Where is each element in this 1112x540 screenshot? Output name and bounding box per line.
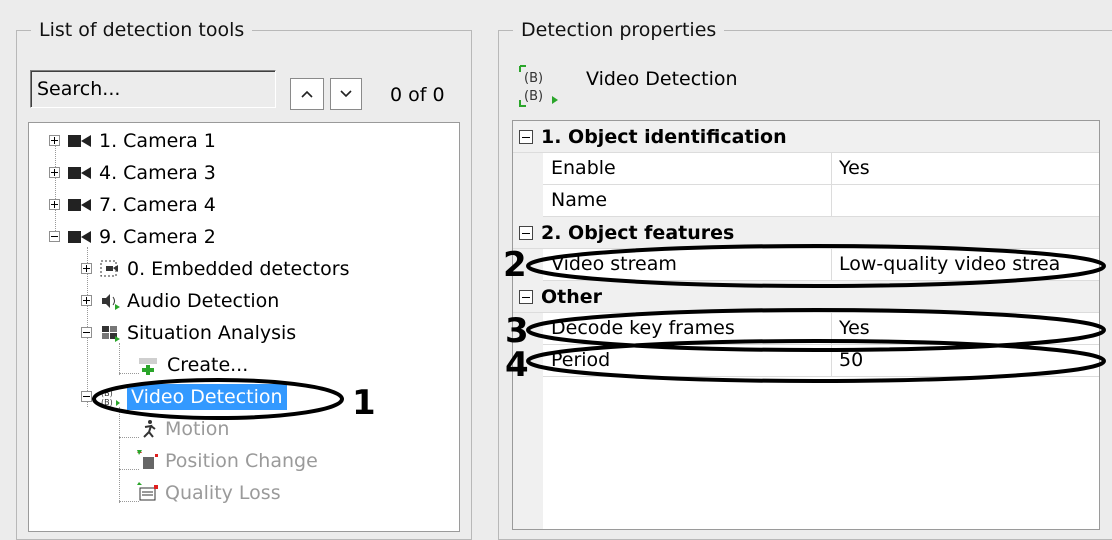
tree-item-label: 7. Camera 4 bbox=[99, 194, 216, 216]
expand-icon[interactable] bbox=[81, 263, 92, 274]
tree-item-label: Motion bbox=[165, 418, 230, 440]
property-value[interactable]: Low-quality video strea bbox=[839, 253, 1060, 275]
svg-text:(B): (B) bbox=[524, 71, 543, 86]
video-detection-icon: (B)(B) bbox=[101, 389, 120, 407]
embedded-detector-icon bbox=[100, 260, 118, 277]
detection-tools-title: List of detection tools bbox=[31, 17, 253, 43]
property-name: Video stream bbox=[551, 253, 677, 275]
tree-item-embedded-detectors[interactable]: 0. Embedded detectors bbox=[81, 255, 349, 283]
expand-icon[interactable] bbox=[49, 167, 60, 178]
collapse-icon[interactable] bbox=[519, 129, 533, 144]
camera-icon bbox=[68, 135, 91, 147]
audio-detection-icon bbox=[102, 294, 120, 310]
tree-item-camera-4[interactable]: 7. Camera 4 bbox=[49, 191, 216, 219]
collapse-icon[interactable] bbox=[81, 327, 92, 338]
section-title: 1. Object identification bbox=[541, 125, 787, 148]
property-value[interactable]: 50 bbox=[839, 349, 863, 371]
tree-item-label: Position Change bbox=[165, 450, 318, 472]
section-object-features[interactable]: 2. Object features bbox=[513, 217, 1099, 249]
tree-item-audio-detection[interactable]: Audio Detection bbox=[81, 287, 279, 315]
svg-text:(B): (B) bbox=[524, 89, 543, 104]
callout-number: 4 bbox=[505, 345, 529, 385]
tree-item-camera-3[interactable]: 4. Camera 3 bbox=[49, 159, 216, 187]
callout-number: 2 bbox=[503, 245, 527, 285]
situation-analysis-icon bbox=[102, 326, 120, 342]
tree-item-video-detection[interactable]: (B) (B) Video Detection bbox=[81, 383, 287, 411]
tree-item-camera-1[interactable]: 1. Camera 1 bbox=[49, 127, 216, 155]
tree-item-label: 9. Camera 2 bbox=[99, 226, 216, 248]
search-result-count: 0 of 0 bbox=[390, 84, 445, 106]
property-name: Name bbox=[551, 189, 608, 211]
collapse-icon[interactable] bbox=[49, 231, 60, 242]
collapse-icon[interactable] bbox=[81, 391, 92, 402]
expand-icon[interactable] bbox=[81, 295, 92, 306]
expand-icon[interactable] bbox=[49, 199, 60, 210]
tree-item-label: Video Detection bbox=[127, 384, 287, 410]
chevron-down-icon bbox=[340, 90, 352, 98]
tree-item-label: 4. Camera 3 bbox=[99, 162, 216, 184]
collapse-icon[interactable] bbox=[519, 289, 533, 304]
camera-icon bbox=[68, 231, 91, 243]
tree-item-label: 0. Embedded detectors bbox=[127, 258, 350, 280]
property-grid[interactable]: 1. Object identification Enable Yes Name… bbox=[512, 120, 1100, 530]
detection-tools-tree[interactable]: 1. Camera 1 4. Camera 3 7. Camera 4 9. C… bbox=[28, 122, 460, 532]
tree-item-quality-loss[interactable]: Quality Loss bbox=[137, 479, 281, 507]
section-title: Other bbox=[541, 285, 603, 308]
camera-icon bbox=[68, 167, 91, 179]
property-value[interactable]: Yes bbox=[839, 157, 870, 179]
motion-icon bbox=[143, 420, 156, 438]
callout-number: 1 bbox=[352, 383, 376, 423]
tree-item-label: Situation Analysis bbox=[127, 322, 297, 344]
collapse-icon[interactable] bbox=[519, 225, 533, 240]
tree-item-situation-analysis[interactable]: Situation Analysis bbox=[81, 319, 296, 347]
property-value[interactable]: Yes bbox=[839, 317, 870, 339]
property-name-row[interactable]: Name bbox=[513, 185, 1099, 217]
position-change-icon bbox=[137, 450, 158, 469]
tree-item-label: 1. Camera 1 bbox=[99, 130, 216, 152]
svg-text:(B): (B) bbox=[101, 398, 113, 407]
search-input[interactable] bbox=[30, 70, 276, 108]
property-name: Enable bbox=[551, 157, 616, 179]
tree-item-motion[interactable]: Motion bbox=[137, 415, 229, 443]
property-name: Decode key frames bbox=[551, 317, 735, 339]
tree-item-label: Audio Detection bbox=[127, 290, 280, 312]
svg-text:(B): (B) bbox=[101, 389, 113, 398]
section-other[interactable]: Other bbox=[513, 281, 1099, 313]
section-object-identification[interactable]: 1. Object identification bbox=[513, 121, 1099, 153]
tree-item-camera-2[interactable]: 9. Camera 2 bbox=[49, 223, 216, 251]
detection-properties-title: Detection properties bbox=[513, 17, 725, 43]
expand-icon[interactable] bbox=[49, 135, 60, 146]
section-title: 2. Object features bbox=[541, 221, 735, 244]
property-enable[interactable]: Enable Yes bbox=[513, 153, 1099, 185]
tree-item-label: Create... bbox=[167, 354, 249, 376]
property-decode-key-frames[interactable]: Decode key frames Yes bbox=[513, 313, 1099, 345]
tree-item-create[interactable]: Create... bbox=[137, 351, 248, 379]
create-icon bbox=[139, 358, 157, 375]
callout-number: 3 bbox=[505, 311, 529, 351]
search-next-button[interactable] bbox=[330, 78, 362, 110]
detection-header-title: Video Detection bbox=[586, 68, 738, 90]
tree-item-position-change[interactable]: Position Change bbox=[137, 447, 318, 475]
tree-item-label: Quality Loss bbox=[165, 482, 281, 504]
quality-loss-icon bbox=[137, 482, 158, 501]
property-video-stream[interactable]: Video stream Low-quality video strea bbox=[513, 249, 1099, 281]
search-previous-button[interactable] bbox=[290, 78, 324, 110]
property-period[interactable]: Period 50 bbox=[513, 345, 1099, 377]
chevron-up-icon bbox=[301, 90, 313, 98]
video-detection-icon: (B) (B) bbox=[519, 65, 558, 107]
camera-icon bbox=[68, 199, 91, 211]
property-name: Period bbox=[551, 349, 611, 371]
